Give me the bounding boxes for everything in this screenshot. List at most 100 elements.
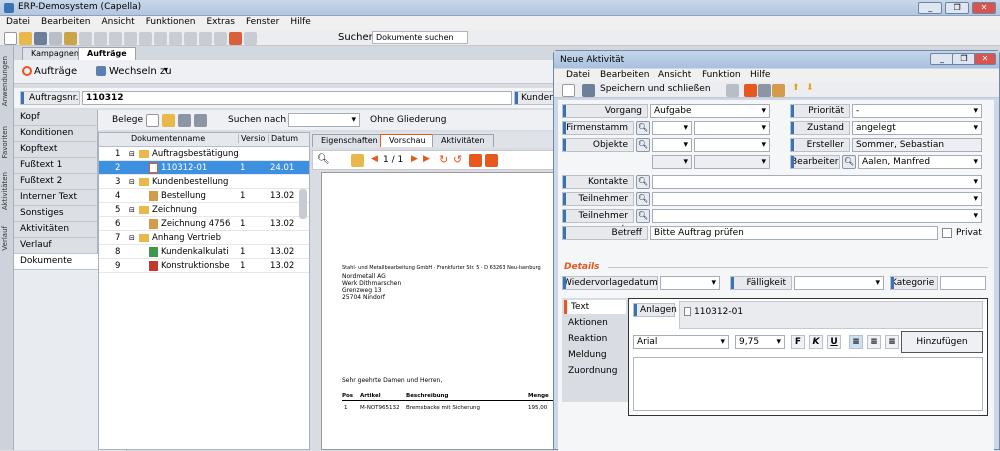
menu-bearbeiten[interactable]: Bearbeiten — [35, 16, 95, 27]
ltab-reaktion[interactable]: Reaktion — [564, 332, 626, 346]
undo-icon[interactable] — [124, 32, 137, 45]
sidebar-anwendungen[interactable]: Anwendungen — [1, 56, 9, 106]
new-icon[interactable] — [4, 32, 17, 45]
dmenu-hilfe[interactable]: Hilfe — [750, 70, 770, 80]
col-version[interactable]: Versio — [238, 134, 265, 143]
last-page-icon[interactable]: ▶ — [423, 154, 430, 164]
menu-hilfe[interactable]: Hilfe — [284, 16, 315, 27]
new-doc-icon[interactable] — [146, 114, 159, 127]
kontakte-select[interactable] — [652, 175, 982, 189]
anlage-file[interactable]: 110312-01 — [694, 307, 743, 317]
save-close-button[interactable]: Speichern und schließen — [600, 84, 711, 94]
menu-ansicht[interactable]: Ansicht — [95, 16, 139, 27]
scan-icon[interactable] — [178, 114, 191, 127]
menu-fenster[interactable]: Fenster — [240, 16, 284, 27]
nav-interner-text[interactable]: Interner Text — [14, 190, 98, 206]
restore-button[interactable]: ❐ — [945, 2, 970, 14]
scrollbar-thumb[interactable] — [299, 189, 307, 219]
bold-button[interactable]: F — [791, 335, 805, 349]
kontakte-search-icon[interactable]: 🔍︎ — [636, 175, 650, 189]
tree-row[interactable]: 1 ⊟ Auftragsbestätigung — [99, 147, 309, 161]
folder-icon[interactable] — [162, 114, 175, 127]
extra-select-1[interactable] — [652, 155, 692, 169]
nav-kopf[interactable]: Kopf — [14, 110, 98, 126]
tree-row[interactable]: 2 110312-01 1 24.01 — [99, 161, 309, 175]
print-icon[interactable] — [726, 84, 739, 97]
open-icon[interactable] — [19, 32, 32, 45]
bearbeiter-select[interactable]: Aalen, Manfred — [858, 155, 982, 169]
underline-button[interactable]: U — [827, 335, 841, 349]
tree-row[interactable]: 5 ⊟ Zeichnung — [99, 203, 309, 217]
dialog-restore-button[interactable]: ❐ — [952, 53, 976, 65]
teilnehmer-search-icon[interactable]: 🔍︎ — [636, 192, 650, 206]
rotate-right-icon[interactable]: ↻ — [439, 153, 448, 166]
teilnehmer-opt-search-icon[interactable]: 🔍︎ — [636, 209, 650, 223]
font-select[interactable]: Arial — [633, 335, 729, 349]
attach-icon[interactable] — [744, 84, 757, 97]
betreff-input[interactable]: Bitte Auftrag prüfen — [650, 226, 938, 240]
firmenstamm-select-2[interactable] — [694, 121, 770, 135]
tab-aktivitaeten[interactable]: Aktivitäten — [432, 134, 494, 147]
copy-icon[interactable] — [94, 32, 107, 45]
fit-icon[interactable] — [351, 154, 364, 167]
align-right-icon[interactable]: ≡ — [885, 335, 899, 349]
tree-row[interactable]: 7 ⊟ Anhang Vertrieb — [99, 231, 309, 245]
tab-eigenschaften[interactable]: Eigenschaften — [312, 134, 387, 147]
ltab-meldung[interactable]: Meldung — [564, 348, 626, 362]
bearbeiter-search-icon[interactable]: 🔍︎ — [842, 155, 856, 169]
wiedervorlage-field[interactable] — [660, 276, 720, 290]
firmenstamm-select-1[interactable] — [652, 121, 692, 135]
dmenu-bearbeiten[interactable]: Bearbeiten — [600, 70, 649, 80]
export-icon[interactable] — [64, 32, 77, 45]
save-icon[interactable] — [582, 84, 595, 97]
order-number-field[interactable]: 110312 — [82, 91, 512, 105]
firmenstamm-search-icon[interactable]: 🔍︎ — [636, 121, 650, 135]
settings-icon[interactable] — [244, 32, 257, 45]
ltab-text[interactable]: Text — [564, 300, 626, 314]
text-editor-area[interactable] — [633, 357, 983, 411]
home-icon[interactable] — [229, 32, 242, 45]
paste-icon[interactable] — [109, 32, 122, 45]
teilnehmer-select[interactable] — [652, 192, 982, 206]
extra-select-2[interactable] — [694, 155, 770, 169]
nav-konditionen[interactable]: Konditionen — [14, 126, 98, 142]
sidebar-aktivitaeten[interactable]: Aktivitäten — [1, 172, 9, 210]
tree-row[interactable]: 9 Konstruktionsbe 1 13.02 — [99, 259, 309, 273]
zustand-select[interactable]: angelegt — [852, 121, 982, 135]
down-icon[interactable] — [199, 32, 212, 45]
dialog-minimize-button[interactable]: _ — [930, 53, 954, 65]
mirror-icon[interactable] — [485, 154, 498, 167]
auftraege-button[interactable]: Aufträge — [34, 66, 77, 77]
tree-row[interactable]: 8 Kundenkalkulati 1 13.02 — [99, 245, 309, 259]
tab-auftraege[interactable]: Aufträge — [78, 47, 136, 60]
zoom-icon[interactable]: 🔍︎ — [317, 154, 330, 165]
objekte-select-2[interactable] — [694, 138, 770, 152]
first-page-icon[interactable]: ◀ — [371, 154, 378, 164]
next-page-icon[interactable]: ▶ — [411, 154, 418, 164]
prioritaet-select[interactable]: - — [852, 104, 982, 118]
ltab-aktionen[interactable]: Aktionen — [564, 316, 626, 330]
print-icon[interactable] — [49, 32, 62, 45]
close-button[interactable]: ✕ — [972, 2, 996, 14]
teilnehmer-opt-select[interactable] — [652, 209, 982, 223]
dmenu-ansicht[interactable]: Ansicht — [658, 70, 691, 80]
rotate-left-icon[interactable]: ↺ — [453, 153, 462, 166]
col-date[interactable]: Datum — [268, 134, 298, 143]
vorgang-select[interactable]: Aufgabe — [650, 104, 770, 118]
tree-row[interactable]: 4 Bestellung 1 13.02 — [99, 189, 309, 203]
dmenu-funktion[interactable]: Funktion — [702, 70, 741, 80]
nav-verlauf[interactable]: Verlauf — [14, 238, 98, 254]
flip-icon[interactable] — [469, 154, 482, 167]
col-name[interactable]: Dokumentenname — [131, 134, 205, 143]
menu-datei[interactable]: Datei — [0, 16, 35, 27]
nav-fusstext-1[interactable]: Fußtext 1 — [14, 158, 98, 174]
hinzufuegen-button[interactable]: Hinzufügen — [901, 331, 983, 353]
minimize-button[interactable]: _ — [918, 2, 943, 14]
edit-icon[interactable] — [772, 84, 785, 97]
sidebar-favoriten[interactable]: Favoriten — [1, 126, 9, 158]
nav-aktivitaeten[interactable]: Aktivitäten — [14, 222, 98, 238]
tab-vorschau[interactable]: Vorschau — [380, 134, 435, 147]
forward-icon[interactable] — [169, 32, 182, 45]
italic-button[interactable]: K — [809, 335, 823, 349]
align-center-icon[interactable]: ≡ — [867, 335, 881, 349]
